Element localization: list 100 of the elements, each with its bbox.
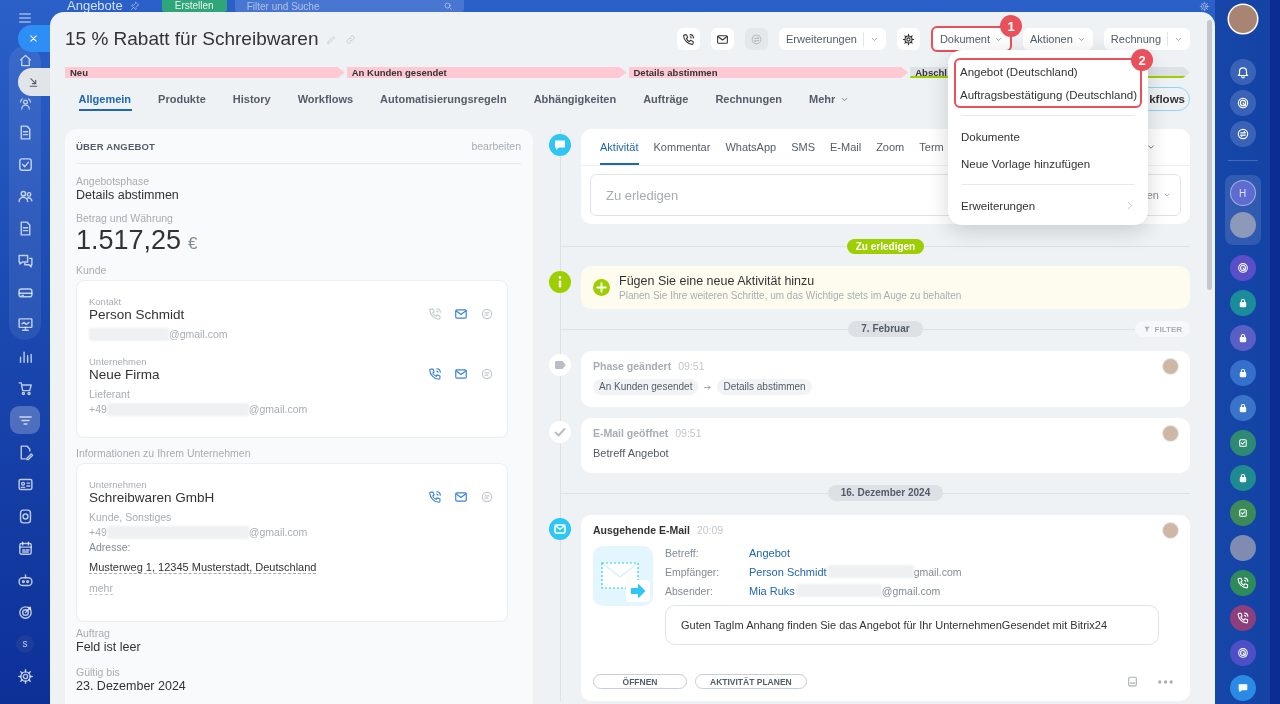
tab[interactable]: Zoom <box>876 129 905 165</box>
stage-chip: Details abstimmen <box>717 379 812 395</box>
menu-icon[interactable] <box>17 10 33 26</box>
link[interactable]: Person Schmidt <box>749 565 827 578</box>
phone-prefix: +49 <box>89 402 107 417</box>
lock-icon[interactable] <box>1229 325 1256 351</box>
tab[interactable]: Rechnungen <box>701 87 796 111</box>
link[interactable]: Angebot <box>749 546 790 559</box>
email-domain: @gmail.com <box>248 402 308 417</box>
bell-icon[interactable] <box>1229 59 1256 85</box>
tab[interactable]: History <box>219 87 285 111</box>
field-label: Unternehmen <box>89 356 148 367</box>
swap-icon[interactable] <box>1229 121 1256 147</box>
swap-icon <box>749 32 763 46</box>
scrollbar-thumb[interactable] <box>1207 20 1212 290</box>
lock-icon[interactable] <box>1229 395 1256 421</box>
icon-button[interactable] <box>710 28 734 50</box>
stage-label: Neu <box>70 67 88 78</box>
tab[interactable]: SMS <box>791 129 815 165</box>
address-link[interactable]: Musterweg 1, 12345 Musterstadt, Deutschland <box>89 561 317 574</box>
settings-icon[interactable] <box>1199 0 1210 12</box>
item-title: Ausgehende E-Mail <box>593 524 690 536</box>
email-domain: @gmail.com <box>881 584 941 597</box>
tab[interactable]: Aktivität <box>600 129 639 165</box>
tab[interactable]: Aufträge <box>629 87 702 111</box>
field-label: Angebotsphase <box>76 175 150 188</box>
hint-text: Planen Sie Ihre weiteren Schritte, um das Wichtige stets im Auge zu behalten <box>619 288 962 302</box>
robot-icon <box>16 571 34 589</box>
callout-badge: 2 <box>1131 49 1153 71</box>
phone-icon[interactable] <box>1229 570 1256 596</box>
link[interactable]: Mia Ruks <box>749 584 795 597</box>
mail-icon[interactable] <box>454 367 468 381</box>
settings-icon <box>16 667 34 685</box>
client-detail: Lieferant <box>89 387 131 402</box>
tab[interactable]: Automatisierungsregeln <box>366 87 521 111</box>
ring-icon[interactable] <box>1229 90 1256 116</box>
lock-icon[interactable] <box>1229 360 1256 386</box>
phone-icon[interactable] <box>1229 605 1256 631</box>
tab[interactable]: Workflows <box>284 87 367 111</box>
nav-item[interactable] <box>10 406 40 434</box>
tab[interactable]: Mehr <box>795 87 863 111</box>
tab[interactable]: Abhängigkeiten <box>520 87 630 111</box>
phone-prefix: +49 <box>89 525 107 540</box>
currency-symbol: € <box>188 234 198 254</box>
client-detail: Kunde, Sonstiges <box>89 510 173 525</box>
nav-item[interactable]: s <box>10 630 40 658</box>
tab[interactable]: Produkte <box>144 87 220 111</box>
initial-avatar[interactable]: H <box>1229 180 1256 206</box>
phone-icon[interactable] <box>428 367 442 381</box>
tab[interactable]: WhatsApp <box>725 129 777 165</box>
filter-icon <box>1142 325 1151 333</box>
phone-icon[interactable] <box>428 490 442 504</box>
client-name[interactable]: Schreibwaren GmbH <box>89 490 215 506</box>
avatar-placeholder[interactable] <box>1228 5 1257 33</box>
action-button[interactable]: AKTIVITÄT PLANEN <box>695 674 807 689</box>
tab[interactable]: E-Mail <box>829 129 862 165</box>
tab[interactable]: Kommentar <box>653 129 711 165</box>
client-name[interactable]: Neue Firma <box>89 367 160 383</box>
caret-icon[interactable] <box>1146 142 1156 152</box>
menu-item[interactable]: Angebot (Deutschland) <box>956 60 1082 83</box>
split-button[interactable]: Rechnung <box>1103 28 1190 50</box>
field-label: Informationen zu Ihrem Unternehmen <box>76 447 252 460</box>
date-pill: 7. Februar <box>848 321 923 337</box>
close-button[interactable] <box>18 25 50 52</box>
email-domain: @gmail.com <box>248 525 308 540</box>
split-button[interactable]: Erweiterungen <box>778 28 886 50</box>
client-name[interactable]: Person Schmidt <box>89 307 185 323</box>
ring-icon[interactable] <box>1229 640 1256 666</box>
field-value: 23. Dezember 2024 <box>76 679 187 694</box>
hint-title: Fügen Sie eine neue Aktivität hinzu <box>619 273 816 289</box>
ring-icon[interactable] <box>1229 255 1256 281</box>
lock-icon[interactable] <box>1229 465 1256 491</box>
checkbox-icon[interactable] <box>1229 430 1256 456</box>
field-value: Details abstimmen <box>76 188 180 203</box>
chat-bubble-icon <box>549 134 571 156</box>
mail-icon[interactable] <box>454 490 468 504</box>
icon-button[interactable] <box>896 28 920 50</box>
lock-icon[interactable] <box>1229 290 1256 316</box>
menu-item[interactable]: Neue Vorlage hinzufügen <box>948 150 1148 177</box>
menu-item[interactable]: Dokumente <box>948 123 1148 150</box>
search-icon[interactable] <box>442 1 453 11</box>
mail-icon <box>549 518 571 540</box>
caret-icon[interactable] <box>1163 191 1171 199</box>
more-icon[interactable] <box>1157 678 1174 685</box>
field-label: Unternehmen <box>89 479 148 490</box>
checkbox-icon[interactable] <box>1229 500 1256 526</box>
mail-icon[interactable] <box>454 307 468 321</box>
target-icon <box>16 603 34 621</box>
tab[interactable]: Term <box>919 129 944 165</box>
phone-icon <box>681 32 695 46</box>
stage-chip: An Kunden gesendet <box>593 379 699 395</box>
dropdown-button[interactable]: Aktionen <box>1023 28 1093 50</box>
icon-button[interactable] <box>676 28 700 50</box>
field-label: Gültig bis <box>76 666 121 679</box>
pin-icon[interactable] <box>129 1 140 11</box>
action-button[interactable]: ÖFFNEN <box>593 674 687 689</box>
field-label: Adresse: <box>89 540 132 555</box>
chat-bubble-icon[interactable] <box>1229 675 1256 701</box>
minimize-button[interactable] <box>18 68 50 96</box>
menu-item[interactable]: Erweiterungen <box>948 192 1148 219</box>
